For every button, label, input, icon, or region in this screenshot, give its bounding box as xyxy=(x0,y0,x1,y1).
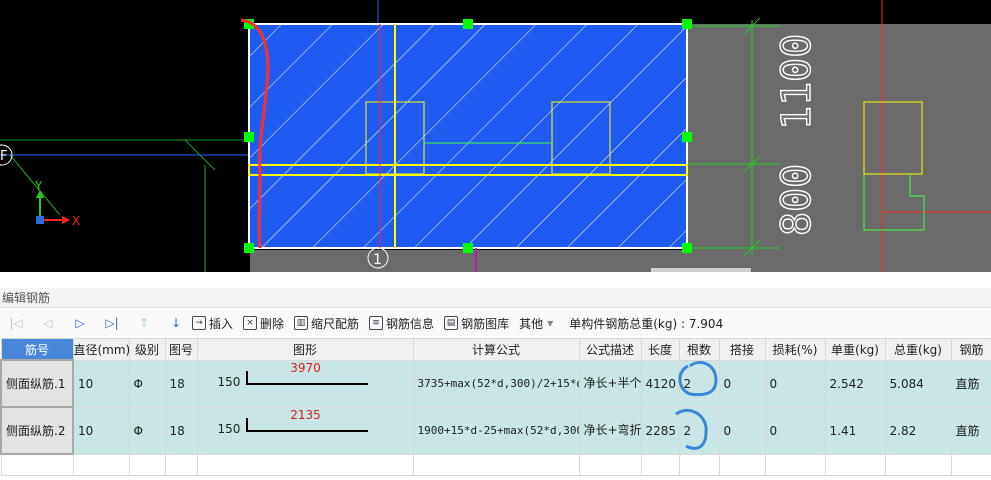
column-header[interactable]: 搭接 xyxy=(718,338,766,361)
rebar-table: 筋号 直径(mm) 级别 图号 图形 计算公式 公式描述 长度 根数 搭接 损耗… xyxy=(0,338,991,476)
description-cell[interactable]: 净长+弯折-保… xyxy=(578,406,642,455)
prev-icon[interactable]: ◁ xyxy=(38,313,58,333)
grid-marker-f: F xyxy=(0,149,7,164)
count-cell[interactable]: 2 xyxy=(678,359,720,408)
figure-no-cell[interactable]: 18 xyxy=(164,359,198,408)
chevron-down-icon: ▼ xyxy=(547,318,554,328)
shape-length[interactable]: 3970 xyxy=(246,361,366,375)
adjacent-member xyxy=(688,24,991,272)
rebar-info-button[interactable]: ≡ 钢筋信息 xyxy=(369,315,434,332)
column-header[interactable]: 损耗(%) xyxy=(764,338,826,361)
diameter-cell[interactable]: 10 xyxy=(72,359,130,408)
scale-rebar-button[interactable]: ▥ 缩尺配筋 xyxy=(294,315,359,332)
column-header[interactable]: 图形 xyxy=(196,338,414,361)
formula-cell[interactable]: 3735+max(52*d,300)/2+15*d-25 xyxy=(412,359,580,408)
column-header[interactable]: 根数 xyxy=(678,338,720,361)
total-weight-cell: 2.82 xyxy=(884,406,952,455)
column-header[interactable]: 单重(kg) xyxy=(824,338,886,361)
unit-weight-cell: 1.41 xyxy=(824,406,886,455)
other-dropdown[interactable]: 其他 ▼ xyxy=(519,315,553,332)
length-cell[interactable]: 2285 xyxy=(640,406,680,455)
column-header[interactable]: 总重(kg) xyxy=(884,338,952,361)
loss-cell[interactable]: 0 xyxy=(764,406,826,455)
formula-cell[interactable]: 1900+15*d-25+max(52*d,300)/2 xyxy=(412,406,580,455)
insert-button[interactable]: → 插入 xyxy=(192,315,233,332)
cad-viewport[interactable]: 1100 800 1 F Y X xyxy=(0,0,991,272)
lap-cell[interactable]: 0 xyxy=(718,359,766,408)
total-weight-label: 单构件钢筋总重(kg) : 7.904 xyxy=(569,316,724,331)
info-icon: ≡ xyxy=(369,316,384,330)
table-row[interactable]: 侧面纵筋.1 10 Φ 18 150 3970 3735+max(52*d,30… xyxy=(0,359,991,408)
grid-marker-1: 1 xyxy=(373,252,382,268)
lap-cell[interactable]: 0 xyxy=(718,406,766,455)
loss-cell[interactable]: 0 xyxy=(764,359,826,408)
figure-no-cell[interactable]: 18 xyxy=(164,406,198,455)
shape-length[interactable]: 2135 xyxy=(246,408,366,422)
axis-x-label: X xyxy=(72,214,80,228)
rebar-toolbar: |◁ ◁ ▷ ▷| ↑ ↓ → 插入 × 删除 ▥ 缩尺配筋 ≡ 钢筋信息 ▤ 钢筋图库 … xyxy=(0,310,991,336)
description-cell[interactable]: 净长+半个绑扎长… xyxy=(578,359,642,408)
column-header[interactable]: 筋号 xyxy=(0,338,74,361)
grade-cell[interactable]: Φ xyxy=(128,406,166,455)
count-cell[interactable]: 2 xyxy=(678,406,720,455)
ruler-icon: ▥ xyxy=(294,316,309,330)
column-header[interactable]: 直径(mm) xyxy=(72,338,130,361)
rebar-library-button[interactable]: ▤ 钢筋图库 xyxy=(444,315,509,332)
trash-icon: × xyxy=(243,316,258,330)
column-header[interactable]: 图号 xyxy=(164,338,198,361)
cad-drawing[interactable]: 1100 800 1 F Y X xyxy=(0,0,991,272)
insert-icon: → xyxy=(192,316,206,330)
rebar-type-cell[interactable]: 直筋 xyxy=(950,406,991,455)
diameter-cell[interactable]: 10 xyxy=(72,406,130,455)
library-icon: ▤ xyxy=(444,316,459,330)
column-header[interactable]: 长度 xyxy=(640,338,680,361)
column-header[interactable]: 计算公式 xyxy=(412,338,580,361)
next-icon[interactable]: ▷ xyxy=(70,313,90,333)
axis-indicator: Y X xyxy=(34,179,80,228)
table-header: 筋号 直径(mm) 级别 图号 图形 计算公式 公式描述 长度 根数 搭接 损耗… xyxy=(0,338,991,361)
shape-lead-length: 150 xyxy=(217,422,241,436)
first-icon[interactable]: |◁ xyxy=(6,313,26,333)
dimension-label-800: 800 xyxy=(774,164,820,236)
length-cell[interactable]: 4120 xyxy=(640,359,680,408)
table-row[interactable] xyxy=(0,453,991,476)
axis-y-label: Y xyxy=(34,179,43,193)
delete-button[interactable]: × 删除 xyxy=(243,315,284,332)
grade-cell[interactable]: Φ xyxy=(128,359,166,408)
dimension-label-1100: 1100 xyxy=(774,34,820,130)
shape-lead-length: 150 xyxy=(217,375,241,389)
move-up-icon[interactable]: ↑ xyxy=(134,313,154,333)
unit-weight-cell: 2.542 xyxy=(824,359,886,408)
rebar-name-cell[interactable]: 侧面纵筋.1 xyxy=(0,359,74,408)
shape-cell[interactable]: 150 2135 xyxy=(196,406,414,455)
panel-title: 编辑钢筋 xyxy=(0,288,991,308)
shape-cell[interactable]: 150 3970 xyxy=(196,359,414,408)
total-weight-cell: 5.084 xyxy=(884,359,952,408)
rebar-type-cell[interactable]: 直筋 xyxy=(950,359,991,408)
rebar-name-cell[interactable]: 侧面纵筋.2 xyxy=(0,406,74,455)
table-row[interactable]: 侧面纵筋.2 10 Φ 18 150 2135 1900+15*d-25+max… xyxy=(0,406,991,455)
column-header[interactable]: 级别 xyxy=(128,338,166,361)
column-header[interactable]: 公式描述 xyxy=(578,338,642,361)
last-icon[interactable]: ▷| xyxy=(102,313,122,333)
column-header[interactable]: 钢筋 xyxy=(950,338,991,361)
move-down-icon[interactable]: ↓ xyxy=(166,313,186,333)
